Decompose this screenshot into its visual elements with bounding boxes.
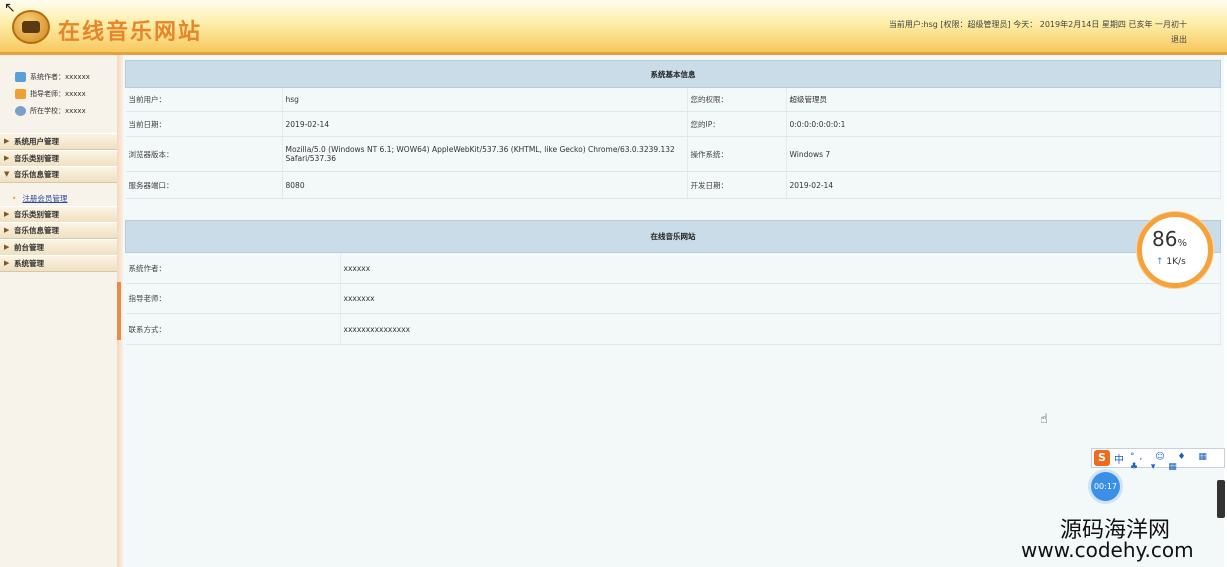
- system-info-table: 系统基本信息 当前用户： hsg 您的权限： 超级管理员 当前日期： 2019-…: [125, 60, 1221, 199]
- arrow-right-icon: ▶: [4, 243, 10, 251]
- arrow-down-icon: ▼: [4, 170, 10, 178]
- value-current-date: 2019-02-14: [282, 111, 688, 137]
- sub-item-member-manage[interactable]: • 注册会员管理: [12, 193, 67, 204]
- arrow-right-icon: ▶: [4, 154, 10, 162]
- label-teacher: 指导老师：: [125, 283, 341, 314]
- network-speed: ↑ 1K/s: [1156, 257, 1186, 267]
- current-user-info: 当前用户:hsg [权限：超级管理员] 今天： 2019年2月14日 星期四 已…: [888, 20, 1187, 29]
- table-row: 系统作者： xxxxxx: [125, 252, 1221, 284]
- hand-cursor-icon: ☝: [1040, 412, 1048, 427]
- menu-music-info[interactable]: ▼ 音乐信息管理: [0, 166, 117, 183]
- arrow-right-icon: ▶: [4, 259, 10, 267]
- value-ip: 0:0:0:0:0:0:0:1: [786, 111, 1221, 137]
- value-author: xxxxxx: [340, 252, 1221, 284]
- memory-usage-percent: 86%: [1152, 227, 1187, 251]
- label-port: 服务器端口：: [125, 171, 283, 199]
- value-current-user: hsg: [282, 87, 688, 112]
- value-browser: Mozilla/5.0 (Windows NT 6.1; WOW64) Appl…: [282, 136, 688, 172]
- label-dev-date: 开发日期：: [687, 171, 787, 199]
- menu-system-users[interactable]: ▶ 系统用户管理: [0, 133, 117, 150]
- table-row: 服务器端口： 8080 开发日期： 2019-02-14: [125, 171, 1221, 199]
- logout-link[interactable]: 退出: [1171, 34, 1187, 45]
- table-row: 浏览器版本： Mozilla/5.0 (Windows NT 6.1; WOW6…: [125, 136, 1221, 172]
- label-contact: 联系方式：: [125, 313, 341, 345]
- school-icon: [15, 106, 26, 116]
- recording-timer[interactable]: 00:17: [1091, 472, 1120, 501]
- bullet-icon: •: [12, 194, 17, 203]
- label-current-date: 当前日期：: [125, 111, 283, 137]
- teacher-icon: [15, 89, 26, 99]
- user-icon: [15, 72, 26, 82]
- site-logo-icon: [12, 10, 50, 44]
- menu-music-category[interactable]: ▶ 音乐类别管理: [0, 150, 117, 167]
- sogou-logo-icon[interactable]: S: [1094, 450, 1110, 466]
- network-speed-widget[interactable]: 86% ↑ 1K/s: [1137, 212, 1213, 288]
- arrow-right-icon: ▶: [4, 226, 10, 234]
- chinese-mode-toggle[interactable]: 中: [1114, 451, 1124, 466]
- label-ip: 您的IP：: [687, 111, 787, 137]
- system-info-title: 系统基本信息: [125, 60, 1221, 88]
- label-current-user: 当前用户：: [125, 87, 283, 112]
- author-info: 系统作者：xxxxxx: [15, 72, 90, 82]
- table-row: 指导老师： xxxxxxx: [125, 283, 1221, 314]
- menu-frontend[interactable]: ▶ 前台管理: [0, 239, 117, 256]
- ime-tool-icons[interactable]: °, ☺ ♦ ▦ ♣ ▾ ▦: [1130, 452, 1224, 472]
- watermark-url: www.codehy.com: [1021, 538, 1194, 562]
- sidebar: 系统作者：xxxxxx 指导老师：xxxxx 所在学校：xxxxx ▶ 系统用户管…: [0, 55, 118, 567]
- value-port: 8080: [282, 171, 688, 199]
- site-info-table: 在线音乐网站 系统作者： xxxxxx 指导老师： xxxxxxx 联系方式： …: [125, 220, 1221, 345]
- upload-arrow-icon: ↑: [1156, 257, 1164, 267]
- value-permission: 超级管理员: [786, 87, 1221, 112]
- label-permission: 您的权限：: [687, 87, 787, 112]
- arrow-right-icon: ▶: [4, 137, 10, 145]
- side-scroll-handle[interactable]: [1217, 480, 1225, 518]
- table-row: 当前用户： hsg 您的权限： 超级管理员: [125, 87, 1221, 112]
- input-method-toolbar[interactable]: S 中 °, ☺ ♦ ▦ ♣ ▾ ▦: [1091, 448, 1225, 472]
- mouse-pointer-icon: ↖: [4, 0, 16, 16]
- label-browser: 浏览器版本：: [125, 136, 283, 172]
- menu-music-category-2[interactable]: ▶ 音乐类别管理: [0, 206, 117, 223]
- site-title: 在线音乐网站: [58, 19, 203, 45]
- value-dev-date: 2019-02-14: [786, 171, 1221, 199]
- top-header: 在线音乐网站 当前用户:hsg [权限：超级管理员] 今天： 2019年2月14…: [0, 0, 1227, 55]
- arrow-right-icon: ▶: [4, 210, 10, 218]
- value-os: Windows 7: [786, 136, 1221, 172]
- value-teacher: xxxxxxx: [340, 283, 1221, 314]
- teacher-info: 指导老师：xxxxx: [15, 89, 86, 99]
- table-row: 当前日期： 2019-02-14 您的IP： 0:0:0:0:0:0:0:1: [125, 111, 1221, 137]
- menu-system[interactable]: ▶ 系统管理: [0, 255, 117, 272]
- label-author: 系统作者：: [125, 252, 341, 284]
- main-content: 系统基本信息 当前用户： hsg 您的权限： 超级管理员 当前日期： 2019-…: [123, 55, 1224, 567]
- sidebar-toggle-handle[interactable]: [117, 282, 121, 340]
- table-row: 联系方式： xxxxxxxxxxxxxxx: [125, 313, 1221, 345]
- label-os: 操作系统：: [687, 136, 787, 172]
- school-info: 所在学校：xxxxx: [15, 106, 86, 116]
- site-info-title: 在线音乐网站: [125, 220, 1221, 253]
- menu-music-info-2[interactable]: ▶ 音乐信息管理: [0, 222, 117, 239]
- value-contact: xxxxxxxxxxxxxxx: [340, 313, 1221, 345]
